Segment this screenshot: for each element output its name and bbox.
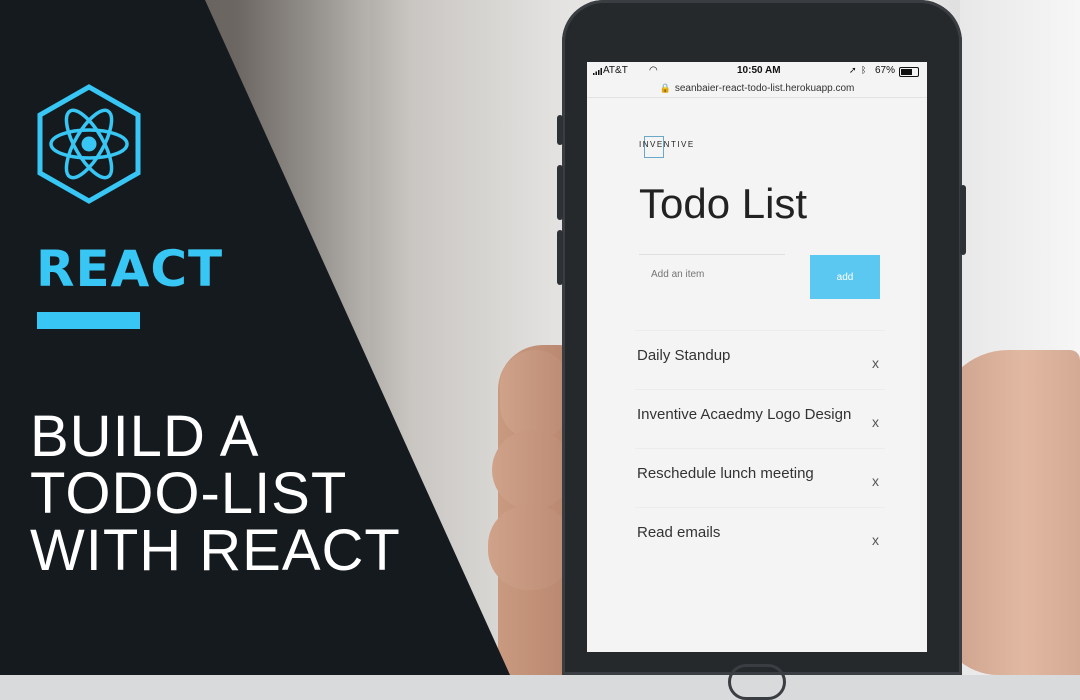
left-finger (488, 505, 573, 590)
add-item-input[interactable] (639, 254, 785, 294)
brand-logo: INVENTIVE (639, 140, 695, 149)
left-finger (492, 430, 572, 510)
address-bar[interactable]: 🔒 seanbaier-react-todo-list.herokuapp.com (587, 79, 927, 98)
list-item: Reschedule lunch meeting x (635, 448, 885, 507)
signal-icon (593, 68, 602, 75)
phone-side-button (557, 230, 563, 285)
list-item: Daily Standup x (635, 330, 885, 389)
phone-side-button (557, 165, 563, 220)
todo-item-text: Daily Standup (637, 347, 731, 364)
page-title: Todo List (639, 180, 808, 227)
react-atom-icon (37, 84, 141, 204)
todo-item-text: Read emails (637, 524, 721, 541)
left-finger (500, 350, 570, 440)
add-button[interactable]: add (810, 255, 880, 299)
location-icon: ➚ (849, 65, 857, 75)
lock-icon: 🔒 (659, 83, 671, 93)
battery-percent: 67% (875, 65, 896, 76)
todo-list: Daily Standup x Inventive Acaedmy Logo D… (635, 330, 885, 566)
react-label: REACT (36, 240, 224, 298)
url-text: seanbaier-react-todo-list.herokuapp.com (674, 83, 855, 94)
phone-side-button (960, 185, 966, 255)
status-bar: AT&T ◠ 10:50 AM ➚ ᛒ 67% (587, 62, 927, 80)
todo-item-text: Inventive Acaedmy Logo Design (637, 406, 852, 423)
carrier-label: AT&T (603, 65, 628, 76)
remove-item-button[interactable]: x (872, 532, 879, 548)
headline-line: BUILD A (30, 404, 260, 469)
phone-side-button (557, 115, 563, 145)
remove-item-button[interactable]: x (872, 355, 879, 371)
headline-line: WITH REACT (30, 518, 401, 583)
headline: BUILD A TODO-LIST WITH REACT (30, 404, 450, 583)
wifi-icon: ◠ (649, 65, 658, 76)
accent-bar (37, 312, 140, 329)
phone-screen: AT&T ◠ 10:50 AM ➚ ᛒ 67% 🔒 seanbaier-react… (587, 62, 927, 652)
headline-line: TODO-LIST (30, 461, 348, 526)
battery-icon (899, 67, 919, 77)
todo-item-text: Reschedule lunch meeting (637, 465, 814, 482)
list-item: Read emails x (635, 507, 885, 566)
home-button[interactable] (728, 664, 786, 700)
clock: 10:50 AM (737, 65, 781, 76)
bluetooth-icon: ᛒ (861, 65, 867, 75)
list-item: Inventive Acaedmy Logo Design x (635, 389, 885, 448)
remove-item-button[interactable]: x (872, 414, 879, 430)
remove-item-button[interactable]: x (872, 473, 879, 489)
